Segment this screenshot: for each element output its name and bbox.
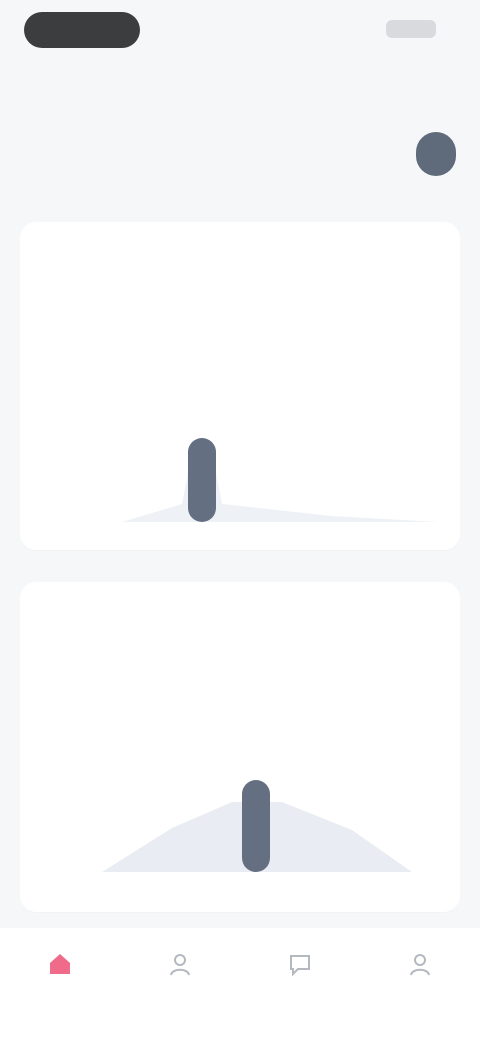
card-chart-1 (122, 438, 438, 522)
page-title (0, 72, 480, 98)
segment-option[interactable] (92, 128, 120, 180)
period-selector[interactable] (36, 128, 456, 180)
profile-icon (410, 954, 430, 976)
segment-option-selected[interactable] (416, 132, 456, 176)
tab-3[interactable] (240, 928, 360, 1040)
segment-option[interactable] (36, 128, 64, 180)
stat-card-2[interactable] (20, 582, 460, 912)
chart-bar-highlight (242, 780, 270, 872)
chat-icon (290, 955, 310, 977)
card-chart-2 (102, 780, 412, 872)
status-icons (386, 20, 436, 38)
tab-4[interactable] (360, 928, 480, 1040)
home-icon (50, 954, 70, 974)
status-bar (0, 0, 480, 60)
segment-option[interactable] (64, 128, 92, 180)
tab-2[interactable] (120, 928, 240, 1040)
tab-home[interactable] (0, 928, 120, 1040)
person-icon (170, 954, 190, 976)
chart-bar-highlight (188, 438, 216, 522)
dynamic-island (24, 12, 140, 48)
bottom-tab-bar (0, 928, 480, 1040)
stat-card-1[interactable] (20, 222, 460, 550)
chart-area (122, 452, 438, 522)
